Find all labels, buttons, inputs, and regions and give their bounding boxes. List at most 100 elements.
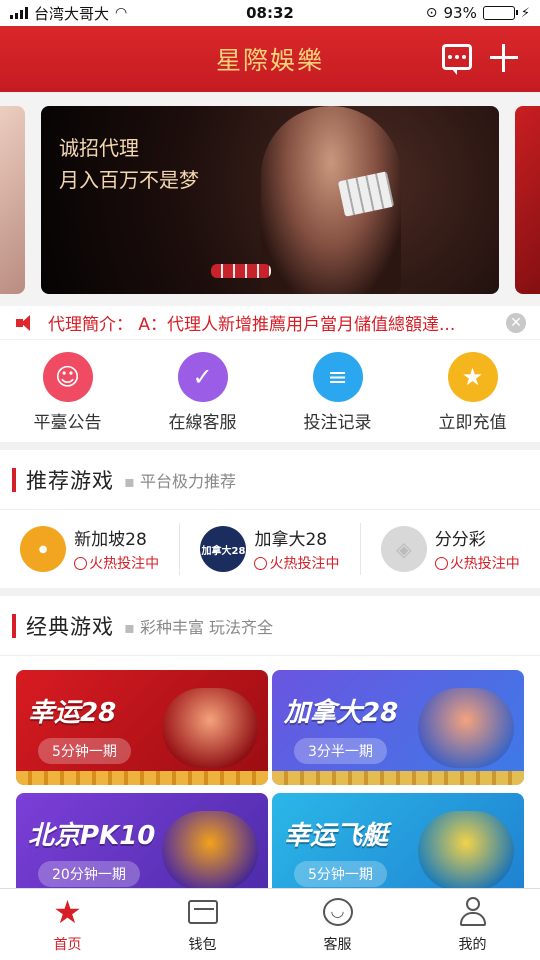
section-subtitle: 平台极力推荐 <box>124 468 236 492</box>
wifi-icon: ◠ <box>115 5 128 21</box>
clock-icon <box>434 556 448 570</box>
quick-action-label: 平臺公告 <box>33 413 102 433</box>
boat-image <box>418 811 514 891</box>
orientation-lock-icon: ⊙ <box>425 5 438 21</box>
charging-icon: ⚡ <box>520 5 530 21</box>
signal-icon <box>10 7 28 19</box>
message-icon[interactable] <box>442 44 472 75</box>
tab-label: 我的 <box>458 936 487 953</box>
section-subtitle: 彩种丰富 玩法齐全 <box>124 614 273 638</box>
notice-text[interactable]: 代理簡介： A：代理人新增推薦用戶當月儲值總額達... <box>48 310 498 335</box>
star-icon: ★ <box>53 892 82 931</box>
game-card-canada28[interactable]: 加拿大28 3分半一期 <box>272 670 524 785</box>
recommended-games: ● 新加坡28 火热投注中 加拿大28 加拿大28 火热投注中 ◈ 分分彩 火热… <box>0 510 540 588</box>
game-logo-text: 加拿大28 <box>201 545 246 557</box>
close-icon[interactable]: ✕ <box>506 312 526 333</box>
wallet-icon <box>186 896 220 928</box>
app-header: 星際娛樂 <box>0 26 540 92</box>
speaker-icon <box>16 314 40 332</box>
game-card-period: 5分钟一期 <box>38 738 131 764</box>
classic-games-grid: 幸运28 5分钟一期 加拿大28 3分半一期 北京PK10 20分钟一期 幸运飞… <box>0 656 540 908</box>
recommended-game-canada28[interactable]: 加拿大28 加拿大28 火热投注中 <box>180 523 361 575</box>
tab-label: 首页 <box>53 936 82 953</box>
game-logo: ● <box>20 526 67 572</box>
section-title: 推荐游戏 <box>26 468 114 493</box>
game-card-period: 20分钟一期 <box>38 861 140 887</box>
game-name: 新加坡28 <box>74 530 147 550</box>
game-card-lucky28[interactable]: 幸运28 5分钟一期 <box>16 670 268 785</box>
game-status-text: 火热投注中 <box>89 556 160 572</box>
banner-carousel[interactable]: 诚招代理 月入百万不是梦 <box>0 92 540 306</box>
status-left: 台湾大哥大 ◠ <box>10 3 127 24</box>
section-accent-bar <box>12 613 16 638</box>
recommended-game-singapore28[interactable]: ● 新加坡28 火热投注中 <box>0 523 181 575</box>
status-bar: 台湾大哥大 ◠ 08:32 ⊙ 93% ⚡ <box>0 0 540 26</box>
game-status-text: 火热投注中 <box>449 556 520 572</box>
game-card-period: 3分半一期 <box>294 738 387 764</box>
game-info: 新加坡28 火热投注中 <box>74 525 159 573</box>
battery-icon <box>482 6 518 20</box>
carrier-name: 台湾大哥大 <box>34 4 110 23</box>
classic-section-header: 经典游戏 彩种丰富 玩法齐全 <box>0 596 540 656</box>
tab-home[interactable]: ★ 首页 <box>0 889 135 960</box>
add-icon[interactable] <box>490 44 518 72</box>
user-icon <box>456 896 490 928</box>
smile-icon: ☺ <box>42 352 93 402</box>
banner-prev-slide[interactable] <box>0 106 25 294</box>
clipboard-check-icon: ✓ <box>177 352 228 402</box>
quick-action-label: 投注记录 <box>303 413 372 433</box>
section-title: 经典游戏 <box>26 614 114 639</box>
game-info: 分分彩 火热投注中 <box>434 525 520 573</box>
notice-bar[interactable]: 代理簡介： A：代理人新增推薦用戶當月儲值總額達... ✕ <box>0 306 540 340</box>
star-icon: ★ <box>447 352 498 402</box>
clock-icon <box>74 556 88 570</box>
section-accent-bar <box>12 467 16 492</box>
quick-action-label: 在線客服 <box>168 413 237 433</box>
recommended-section-header: 推荐游戏 平台极力推荐 <box>0 450 540 510</box>
chat-bubble-icon: ◡ <box>321 896 355 928</box>
game-info: 加拿大28 火热投注中 <box>254 525 339 573</box>
recommended-game-fenfencai[interactable]: ◈ 分分彩 火热投注中 <box>361 523 540 575</box>
game-name: 加拿大28 <box>254 530 328 550</box>
quick-actions: ☺ 平臺公告 ✓ 在線客服 ≡ 投注记录 ★ 立即充值 <box>0 340 540 442</box>
clock-icon <box>254 556 268 570</box>
race-car-image <box>162 811 258 891</box>
tab-wallet[interactable]: 钱包 <box>135 889 270 960</box>
casino-chips-image <box>211 264 271 278</box>
section-divider <box>0 588 540 596</box>
tab-label: 客服 <box>323 936 352 953</box>
game-card-title: 北京PK10 <box>28 821 156 851</box>
game-card-title: 幸运28 <box>28 698 117 728</box>
quick-action-announcement[interactable]: ☺ 平臺公告 <box>13 352 123 433</box>
receipt-icon: ≡ <box>312 352 363 402</box>
quick-action-recharge[interactable]: ★ 立即充值 <box>418 352 528 433</box>
tab-profile[interactable]: 我的 <box>405 889 540 960</box>
banner-slide[interactable]: 诚招代理 月入百万不是梦 <box>41 106 499 294</box>
game-status: 火热投注中 <box>434 553 520 573</box>
coins-decoration <box>272 771 524 785</box>
tab-label: 钱包 <box>188 936 217 953</box>
banner-headline: 诚招代理 <box>59 136 139 160</box>
section-divider <box>0 442 540 450</box>
game-card-period: 5分钟一期 <box>294 861 387 887</box>
quick-action-support[interactable]: ✓ 在線客服 <box>148 352 258 433</box>
banner-subheadline: 月入百万不是梦 <box>59 168 199 192</box>
battery-percent: 93% <box>443 4 477 22</box>
game-name: 分分彩 <box>434 530 486 550</box>
game-card-title: 加拿大28 <box>284 698 399 728</box>
pig-mascot-image <box>418 688 514 768</box>
game-status-text: 火热投注中 <box>269 556 340 572</box>
game-logo: 加拿大28 <box>200 526 247 572</box>
game-logo: ◈ <box>380 526 427 572</box>
game-status: 火热投注中 <box>254 553 339 573</box>
status-right: ⊙ 93% ⚡ <box>426 4 530 22</box>
app-title: 星際娛樂 <box>215 46 324 75</box>
tab-support[interactable]: ◡ 客服 <box>270 889 405 960</box>
bottom-tab-bar: ★ 首页 钱包 ◡ 客服 我的 <box>0 888 540 960</box>
quick-action-bet-records[interactable]: ≡ 投注记录 <box>283 352 393 433</box>
coins-decoration <box>16 771 268 785</box>
game-status: 火热投注中 <box>74 553 159 573</box>
game-card-title: 幸运飞艇 <box>284 821 389 851</box>
banner-next-slide[interactable] <box>515 106 540 294</box>
quick-action-label: 立即充值 <box>438 413 507 433</box>
